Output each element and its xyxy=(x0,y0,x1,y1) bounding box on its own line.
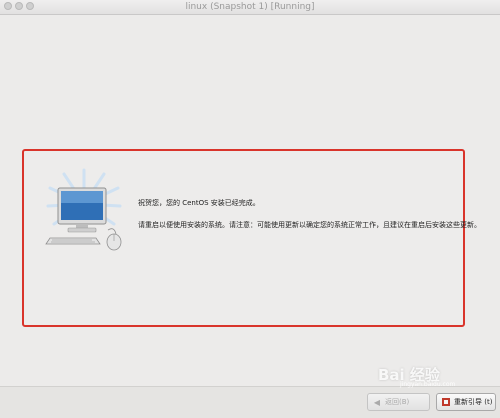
window-titlebar: linux (Snapshot 1) [Running] xyxy=(0,0,500,15)
reboot-button-label: 重新引导 (t) xyxy=(454,398,493,406)
back-button-label: 返回(B) xyxy=(385,398,410,406)
completion-message: 祝贺您，您的 CentOS 安装已经完成。 xyxy=(138,199,260,207)
installer-content: 祝贺您，您的 CentOS 安装已经完成。 请重启以便使用安装的系统。请注意：可… xyxy=(0,15,500,388)
arrow-left-icon: ◀ xyxy=(373,397,381,407)
window-title: linux (Snapshot 1) [Running] xyxy=(185,2,315,12)
reboot-button[interactable]: 重新引导 (t) xyxy=(436,393,496,411)
completion-panel: 祝贺您，您的 CentOS 安装已经完成。 请重启以便使用安装的系统。请注意：可… xyxy=(22,149,481,327)
baidu-watermark-url: jingyan.baidu.com xyxy=(400,381,456,388)
reboot-icon xyxy=(441,397,451,407)
back-button[interactable]: ◀ 返回(B) xyxy=(367,393,430,411)
computer-icon xyxy=(45,168,122,251)
reboot-instruction: 请重启以便使用安装的系统。请注意：可能使用更新以确定您的系统正常工作，且建议在重… xyxy=(138,221,481,229)
button-bar: ◀ 返回(B) 重新引导 (t) xyxy=(0,386,500,418)
